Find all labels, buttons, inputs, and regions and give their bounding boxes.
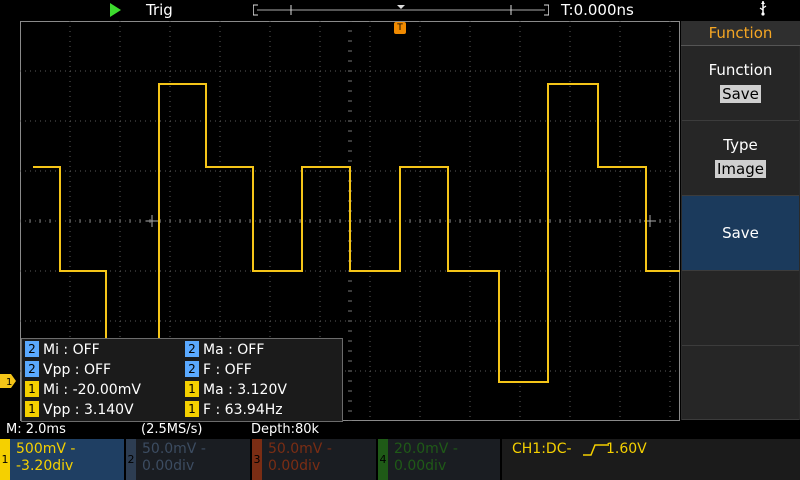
- measurement-ch2-vpp: 2 Vpp : OFF: [25, 360, 111, 380]
- measurement-ch2-min: 2 Mi : OFF: [25, 340, 100, 360]
- timebase-readout: M: 2.0ms: [6, 422, 66, 437]
- sample-rate-readout: (2.5MS/s): [141, 422, 203, 437]
- menu-item-type-label: Type: [723, 136, 758, 154]
- menu-item-type[interactable]: Type Image: [682, 121, 799, 196]
- ch3-badge: 3: [252, 439, 262, 480]
- ch2-scale: 50.0mV -: [142, 441, 206, 457]
- ch4-settings[interactable]: 4 20.0mV - 0.00div: [378, 439, 500, 480]
- time-offset-readout: T:0.000ns: [561, 1, 634, 19]
- menu-title: Function: [681, 21, 800, 46]
- measurement-ch2-freq: 2F : OFF: [185, 360, 252, 380]
- measurement-ch2-max: 2 Ma : OFF: [185, 340, 264, 360]
- ch1-settings[interactable]: 1 500mV - -3.20div: [0, 439, 124, 480]
- ch1-scale: 500mV -: [16, 441, 76, 457]
- measurement-ch1-min: 1 Mi : -20.00mV: [25, 380, 141, 400]
- acquisition-status-line: M: 2.0ms (2.5MS/s) Depth:80k: [0, 421, 800, 439]
- menu-item-function-label: Function: [708, 61, 773, 79]
- ch1-offset: -3.20div: [16, 458, 74, 474]
- ch4-badge: 4: [378, 439, 388, 480]
- ch2-settings[interactable]: 2 50.0mV - 0.00div: [126, 439, 250, 480]
- measurement-ch1-max: 1 Ma : 3.120V: [185, 380, 287, 400]
- measurement-ch1-vpp: 1 Vpp : 3.140V: [25, 400, 134, 420]
- play-icon[interactable]: [110, 3, 121, 17]
- ch4-scale: 20.0mV -: [394, 441, 458, 457]
- measurement-panel: 2 Mi : OFF 2 Ma : OFF 2 Vpp : OFF 2F : OFF …: [21, 338, 343, 422]
- save-button[interactable]: Save: [682, 196, 799, 271]
- ch4-offset: 0.00div: [394, 458, 447, 474]
- trigger-position-caret: [397, 5, 405, 9]
- function-menu: Function Function Save Type Image Save: [681, 21, 800, 420]
- ch3-settings[interactable]: 3 50.0mV - 0.00div: [252, 439, 376, 480]
- svg-text:1: 1: [6, 377, 12, 388]
- ch2-offset: 0.00div: [142, 458, 195, 474]
- trigger-settings[interactable]: CH1:DC- 1.60V: [502, 439, 800, 480]
- ch2-badge: 2: [126, 439, 136, 480]
- channel-status-bar: 1 500mV - -3.20div 2 50.0mV - 0.00div 3 …: [0, 439, 800, 480]
- top-status-bar: Trig T:0.000ns: [0, 0, 800, 22]
- measurement-ch1-freq: 1F : 63.94Hz: [185, 400, 283, 420]
- trigger-level: 1.60V: [606, 441, 647, 457]
- trigger-position-marker[interactable]: T: [394, 22, 406, 34]
- run-state-label: Trig: [146, 1, 173, 19]
- memory-position-bar[interactable]: [253, 4, 549, 16]
- memory-depth-readout: Depth:80k: [251, 422, 320, 437]
- menu-item-function-value: Save: [720, 85, 761, 103]
- ch3-scale: 50.0mV -: [268, 441, 332, 457]
- menu-item-empty-4[interactable]: [682, 271, 799, 346]
- trigger-source: CH1:DC-: [512, 441, 572, 457]
- ch1-badge: 1: [0, 439, 10, 480]
- menu-item-function[interactable]: Function Save: [682, 46, 799, 121]
- menu-item-type-value: Image: [715, 160, 766, 178]
- save-button-label: Save: [722, 224, 759, 242]
- usb-icon: [758, 0, 768, 20]
- ch3-offset: 0.00div: [268, 458, 321, 474]
- ch1-ground-marker[interactable]: 1: [0, 374, 16, 388]
- menu-item-empty-5[interactable]: [682, 346, 799, 420]
